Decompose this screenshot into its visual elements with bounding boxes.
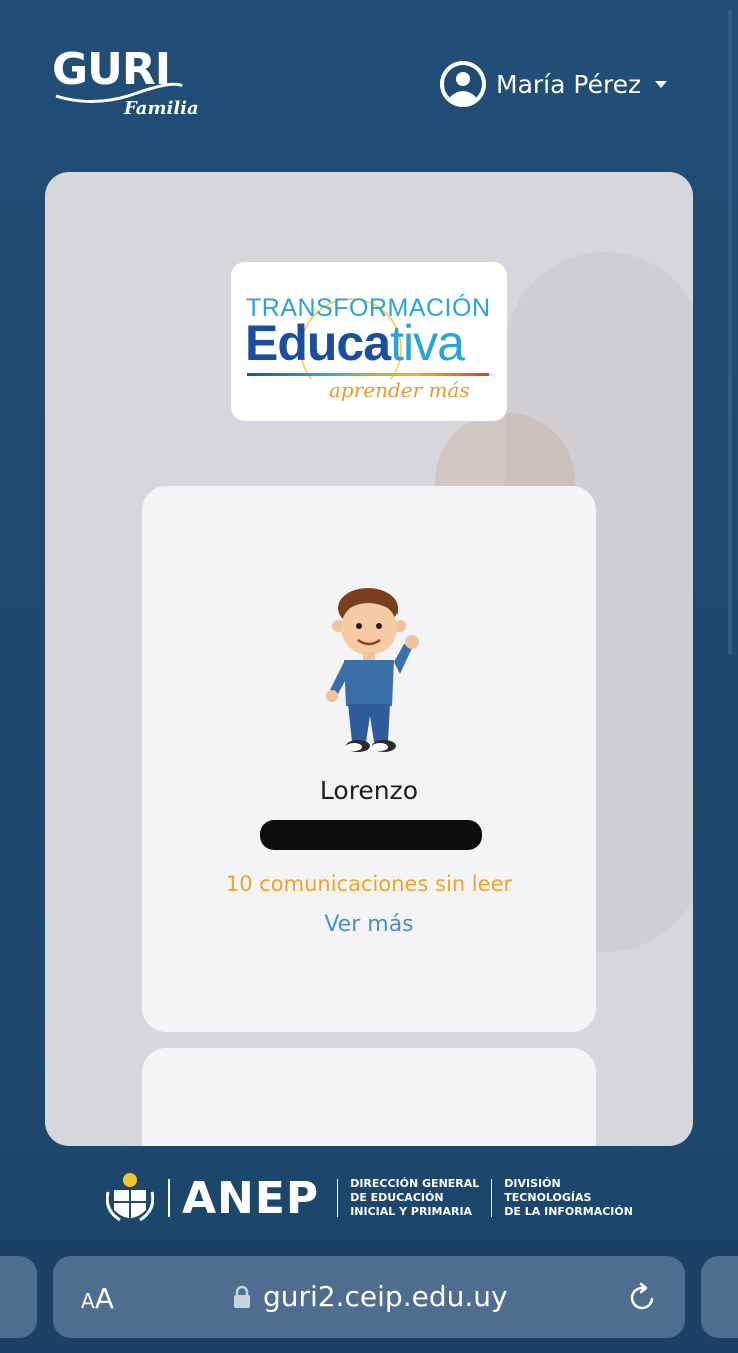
banner-line2-a: Educa: [245, 315, 391, 371]
chevron-down-icon: [655, 80, 668, 88]
footer-block-dti: DIVISIÓN TECNOLOGÍAS DE LA INFORMACIÓN: [504, 1177, 633, 1219]
divider: [337, 1179, 339, 1217]
ver-mas-link[interactable]: Ver más: [142, 912, 596, 937]
student-name: Lorenzo: [319, 776, 419, 805]
user-name: María Pérez: [496, 69, 642, 99]
footer-text: DE EDUCACIÓN: [350, 1191, 444, 1204]
reload-icon[interactable]: [627, 1282, 659, 1314]
footer-text: DIVISIÓN: [504, 1177, 561, 1190]
student-card[interactable]: [142, 1048, 596, 1146]
user-menu[interactable]: María Pérez: [440, 58, 668, 110]
main-panel: TRANSFORMACIÓN Educativa aprender más Lo…: [45, 172, 693, 1146]
footer-text: INICIAL Y PRIMARIA: [350, 1205, 473, 1218]
coat-of-arms-icon: [106, 1173, 154, 1222]
text-size-button[interactable]: AA: [81, 1282, 114, 1315]
banner-rule: [247, 373, 489, 376]
scrollbar[interactable]: [728, 10, 732, 655]
transformacion-educativa-logo: TRANSFORMACIÓN Educativa aprender más: [231, 262, 507, 421]
unread-count: 10 comunicaciones sin leer: [225, 872, 513, 896]
previous-tab[interactable]: [0, 1256, 37, 1338]
redacted-surname: [260, 820, 482, 850]
divider: [491, 1179, 493, 1217]
address-bar[interactable]: AA guri2.ceip.edu.uy: [53, 1256, 685, 1338]
footer-text: DIRECCIÓN GENERAL: [350, 1177, 480, 1190]
banner-line2: Educativa: [245, 314, 465, 372]
user-avatar-icon: [440, 61, 486, 107]
banner-line2-b: tiva: [390, 315, 465, 371]
url-text: guri2.ceip.edu.uy: [263, 1280, 508, 1313]
next-tab[interactable]: [701, 1256, 738, 1338]
student-avatar-icon: [326, 588, 419, 752]
banner-tagline: aprender más: [329, 378, 470, 402]
divider: [168, 1179, 170, 1217]
aa-small: A: [81, 1289, 95, 1313]
browser-toolbar: AA guri2.ceip.edu.uy: [0, 1240, 738, 1353]
aa-big: A: [94, 1282, 114, 1315]
footer-logos: ANEP DIRECCIÓN GENERAL DE EDUCACIÓN INIC…: [106, 1168, 633, 1228]
footer-text: DE LA INFORMACIÓN: [504, 1205, 633, 1218]
footer-block-dgeip: DIRECCIÓN GENERAL DE EDUCACIÓN INICIAL Y…: [350, 1177, 479, 1219]
anep-logo-text: ANEP: [182, 1172, 320, 1224]
footer-text: TECNOLOGÍAS: [504, 1191, 592, 1204]
logo-subtext: Familia: [124, 98, 199, 119]
student-card[interactable]: Lorenzo 10 comunicaciones sin leer Ver m…: [142, 486, 596, 1032]
guri-familia-logo[interactable]: GURI Familia: [52, 44, 202, 126]
lock-icon: [234, 1285, 250, 1308]
